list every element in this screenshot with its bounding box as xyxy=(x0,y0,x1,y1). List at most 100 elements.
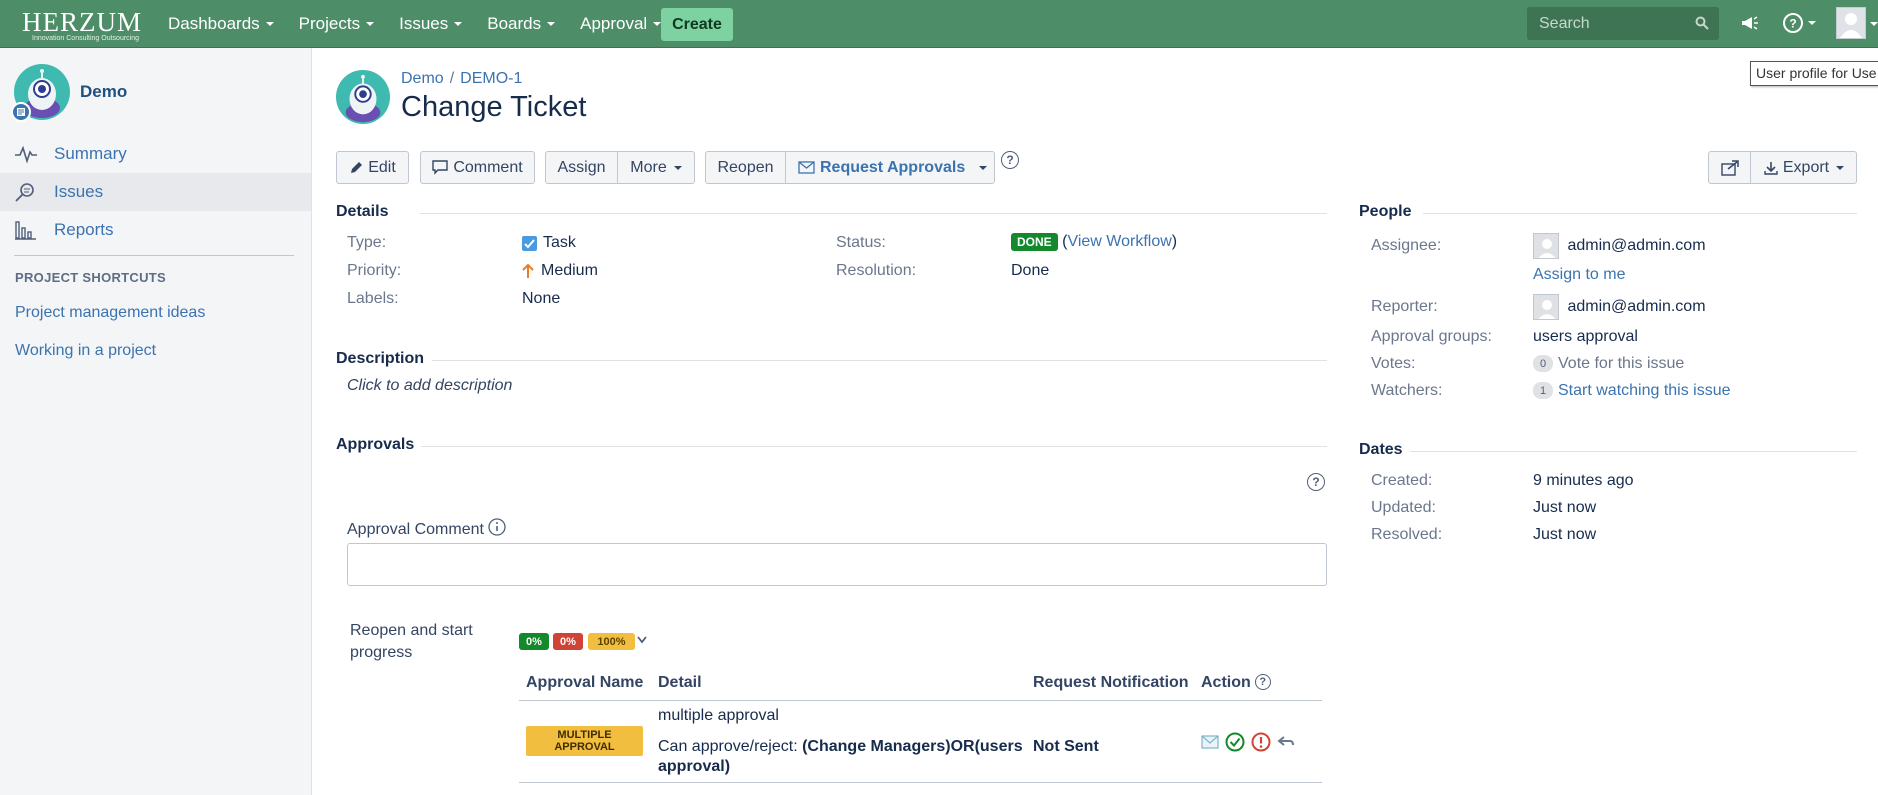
sidebar-item-summary[interactable]: Summary xyxy=(0,135,311,173)
transition-name: Reopen and start progress xyxy=(350,622,473,661)
create-button[interactable]: Create xyxy=(661,8,733,41)
chevron-down-icon xyxy=(673,165,682,170)
chevron-down-icon[interactable] xyxy=(1870,22,1878,26)
column-detail: Detail xyxy=(658,674,702,691)
people-heading[interactable]: People xyxy=(1359,203,1411,221)
sidebar-divider xyxy=(14,255,294,256)
main-nav: Dashboards Projects Issues Boards Approv… xyxy=(168,0,686,48)
chevron-down-icon xyxy=(366,22,375,26)
project-avatar[interactable] xyxy=(336,70,390,124)
export-label: Export xyxy=(1782,158,1830,176)
description-placeholder[interactable]: Click to add description xyxy=(347,377,512,395)
nav-dashboards-label: Dashboards xyxy=(168,14,260,33)
priority-text: Medium xyxy=(541,262,598,279)
chevron-down-icon xyxy=(1808,21,1816,25)
created-value: 9 minutes ago xyxy=(1533,472,1634,489)
breadcrumb-issue-key[interactable]: DEMO-1 xyxy=(460,70,522,87)
user-avatar[interactable] xyxy=(1836,7,1866,39)
comment-button[interactable]: Comment xyxy=(420,151,535,184)
shortcut-link[interactable]: Project management ideas xyxy=(15,304,205,322)
section-divider xyxy=(421,446,1327,447)
project-name[interactable]: Demo xyxy=(80,82,127,102)
undo-arrow-icon[interactable] xyxy=(1277,735,1295,749)
herzum-logo[interactable]: HERZUM Innovation Consulting Outsourcing xyxy=(22,8,142,42)
comment-label: Comment xyxy=(453,158,523,176)
approvals-heading[interactable]: Approvals xyxy=(336,436,414,454)
approve-check-icon[interactable] xyxy=(1225,732,1245,752)
help-icon[interactable]: ? xyxy=(1307,473,1325,491)
dates-heading[interactable]: Dates xyxy=(1359,441,1403,459)
approval-comment-field[interactable] xyxy=(347,543,1327,586)
user-silhouette-icon xyxy=(1538,239,1556,258)
reopen-button[interactable]: Reopen xyxy=(705,151,786,184)
request-approvals-button[interactable]: Request Approvals xyxy=(785,151,995,184)
search-input[interactable]: Search xyxy=(1527,7,1719,40)
watchers-label: Watchers: xyxy=(1371,382,1443,399)
reporter-value[interactable]: admin@admin.com xyxy=(1533,294,1706,320)
avatar xyxy=(1533,294,1559,320)
help-icon[interactable]: ? xyxy=(1001,151,1019,169)
nav-projects[interactable]: Projects xyxy=(299,14,375,34)
edit-button[interactable]: Edit xyxy=(336,151,409,184)
priority-value: Medium xyxy=(522,262,598,280)
vote-link[interactable]: Vote for this issue xyxy=(1558,355,1684,372)
breadcrumb-project[interactable]: Demo xyxy=(401,70,444,87)
reject-alert-icon[interactable] xyxy=(1251,732,1271,752)
sidebar-item-issues[interactable]: Issues xyxy=(0,173,311,211)
info-icon[interactable] xyxy=(488,518,506,536)
type-value: Task xyxy=(522,234,576,252)
sidebar-item-label: Reports xyxy=(54,220,114,239)
sidebar-item-reports[interactable]: Reports xyxy=(0,211,311,249)
user-silhouette-icon xyxy=(1840,13,1862,38)
help-icon[interactable]: ? xyxy=(1254,673,1271,690)
priority-label: Priority: xyxy=(347,262,402,279)
assign-to-me-link[interactable]: Assign to me xyxy=(1533,266,1625,284)
expand-chevron-icon[interactable] xyxy=(637,636,647,644)
assign-button[interactable]: Assign xyxy=(545,151,618,184)
section-divider xyxy=(1423,213,1857,214)
start-watching-link[interactable]: Start watching this issue xyxy=(1558,382,1731,399)
assignee-value[interactable]: admin@admin.com xyxy=(1533,233,1706,259)
resolved-label: Resolved: xyxy=(1371,526,1443,543)
envelope-icon[interactable] xyxy=(1201,735,1219,749)
updated-label: Updated: xyxy=(1371,499,1436,516)
assignee-name: admin@admin.com xyxy=(1567,237,1706,255)
export-button[interactable]: Export xyxy=(1750,151,1857,184)
megaphone-icon[interactable] xyxy=(1740,13,1760,33)
rejected-percentage: 0% xyxy=(553,633,583,650)
chevron-down-icon xyxy=(547,22,556,26)
labels-value[interactable]: None xyxy=(522,290,560,308)
shortcut-link[interactable]: Working in a project xyxy=(15,342,156,360)
description-heading[interactable]: Description xyxy=(336,350,424,368)
svg-text:?: ? xyxy=(1789,17,1796,31)
project-sidebar: Demo Summary Issues Reports PROJECT SHOR… xyxy=(0,48,312,795)
column-action: Action ? xyxy=(1201,673,1271,692)
nav-dashboards[interactable]: Dashboards xyxy=(168,14,274,34)
nav-boards[interactable]: Boards xyxy=(487,14,556,34)
approval-groups-label: Approval groups: xyxy=(1371,328,1492,345)
task-checkbox-icon xyxy=(522,235,537,251)
activity-icon xyxy=(15,145,37,164)
approval-groups-value: users approval xyxy=(1533,328,1638,345)
chevron-down-icon xyxy=(454,22,463,26)
issue-title[interactable]: Change Ticket xyxy=(401,91,586,124)
more-button[interactable]: More xyxy=(617,151,695,184)
bar-chart-icon xyxy=(15,221,36,240)
resolution-value: Done xyxy=(1011,262,1050,279)
breadcrumb-separator: / xyxy=(449,70,455,87)
view-workflow-link[interactable]: View Workflow xyxy=(1067,233,1171,250)
nav-approval-label: Approval xyxy=(580,14,648,33)
share-button[interactable] xyxy=(1708,151,1751,184)
nav-approval[interactable]: Approval xyxy=(580,14,662,34)
nav-issues[interactable]: Issues xyxy=(399,14,463,34)
details-heading[interactable]: Details xyxy=(336,203,388,221)
approval-comment-text: Approval Comment xyxy=(347,521,484,538)
section-divider xyxy=(420,213,1327,214)
avatar xyxy=(1533,233,1559,259)
watchers-count-badge: 1 xyxy=(1533,382,1553,400)
status-badge: DONE xyxy=(1011,233,1058,251)
help-menu[interactable]: ? xyxy=(1782,12,1816,34)
chevron-down-icon xyxy=(979,165,988,170)
section-divider xyxy=(432,360,1327,361)
logo-tagline: Innovation Consulting Outsourcing xyxy=(32,35,140,42)
